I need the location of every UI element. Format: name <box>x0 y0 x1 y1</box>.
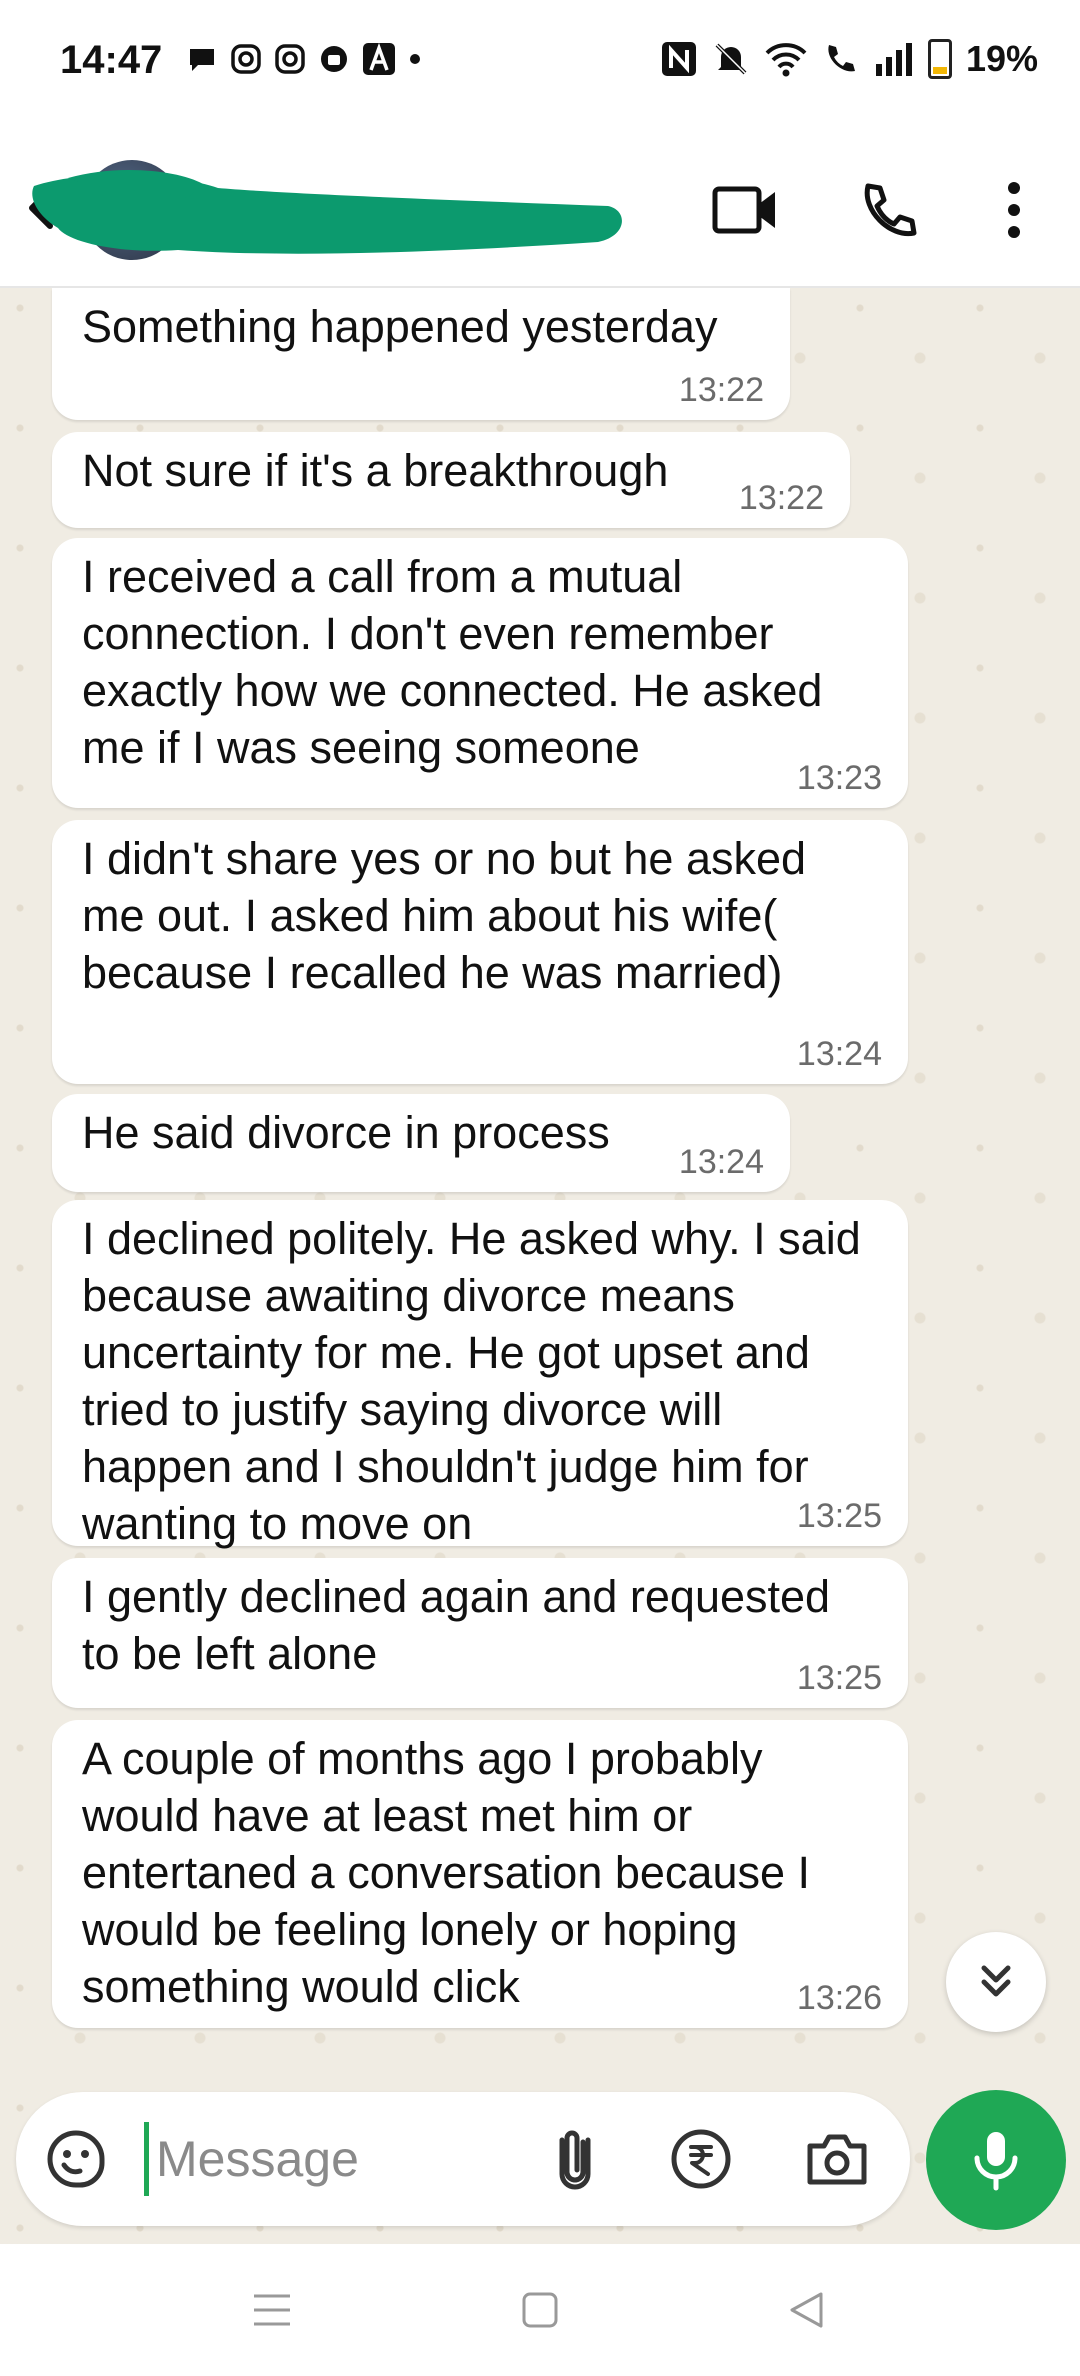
message-bubble[interactable]: I gently declined again and requested to… <box>52 1558 908 1708</box>
voice-message-button[interactable] <box>926 2090 1066 2230</box>
message-bubble[interactable]: A couple of months ago I probably would … <box>52 1720 908 2028</box>
attach-button[interactable] <box>540 2124 610 2194</box>
scroll-to-bottom-button[interactable] <box>946 1932 1046 2032</box>
notification-icons <box>186 42 422 76</box>
message-bubble[interactable]: He said divorce in process 13:24 <box>52 1094 790 1192</box>
more-options-button[interactable] <box>974 170 1054 250</box>
message-time: 13:24 <box>678 1143 764 1181</box>
video-call-button[interactable] <box>705 170 785 250</box>
message-bubble[interactable]: Something happened yesterday 13:22 <box>52 288 790 420</box>
message-text: I received a call from a mutual connecti… <box>82 551 823 773</box>
message-text: Something happened yesterday <box>82 301 718 352</box>
recent-apps-button[interactable] <box>242 2280 302 2340</box>
message-time: 13:22 <box>678 371 764 409</box>
nfc-icon <box>661 42 696 76</box>
instagram-icon <box>275 44 305 74</box>
cloud-icon <box>321 46 347 72</box>
menu-lines-icon <box>254 2294 290 2326</box>
wifi-call-icon <box>828 45 855 72</box>
double-chevron-down-icon <box>981 1965 1011 1997</box>
message-input[interactable] <box>156 2122 536 2196</box>
message-text: I gently declined again and requested to… <box>82 1571 831 1679</box>
message-time: 13:23 <box>796 759 882 797</box>
system-nav-bar <box>0 2244 1080 2376</box>
voice-call-button[interactable] <box>848 170 928 250</box>
battery-percent: 19% <box>965 38 1038 79</box>
status-time: 14:47 <box>60 38 163 82</box>
message-bubble[interactable]: I received a call from a mutual connecti… <box>52 538 908 808</box>
chat-area[interactable]: Something happened yesterday 13:22 Not s… <box>0 288 1080 2250</box>
a-logo-icon <box>363 42 395 75</box>
message-text: I declined politely. He asked why. I sai… <box>82 1213 861 1549</box>
square-icon <box>522 2292 558 2328</box>
home-button[interactable] <box>510 2280 570 2340</box>
phone-icon <box>864 183 917 237</box>
message-time: 13:24 <box>796 1035 882 1073</box>
video-call-icon <box>712 186 775 234</box>
mute-bell-icon <box>715 43 747 75</box>
message-text: I didn't share yes or no but he asked me… <box>82 833 807 998</box>
back-nav-button[interactable] <box>776 2280 836 2340</box>
rupee-icon <box>671 2129 731 2189</box>
redaction-mark <box>32 170 622 254</box>
more-vert-icon <box>1008 182 1020 238</box>
sticker-icon <box>47 2130 105 2188</box>
message-text: He said divorce in process <box>82 1107 610 1158</box>
message-time: 13:25 <box>796 1659 882 1697</box>
message-bubble[interactable]: I didn't share yes or no but he asked me… <box>52 820 908 1084</box>
message-bubble[interactable]: I declined politely. He asked why. I sai… <box>52 1200 908 1549</box>
sticker-button[interactable] <box>44 2127 108 2191</box>
instagram-icon <box>231 44 261 74</box>
chat-bubble-icon <box>190 49 214 71</box>
message-time: 13:26 <box>796 1979 882 2017</box>
message-text: Not sure if it's a breakthrough <box>82 445 669 496</box>
status-bar: 14:47 19% <box>0 0 1080 130</box>
message-time: 13:22 <box>738 479 824 517</box>
payment-button[interactable] <box>666 2124 736 2194</box>
message-bubble[interactable]: Not sure if it's a breakthrough 13:22 <box>52 432 850 528</box>
chat-header <box>0 130 1080 288</box>
wifi-icon <box>765 43 807 77</box>
paperclip-icon <box>559 2130 591 2190</box>
message-time: 13:25 <box>796 1497 882 1535</box>
dot-icon <box>410 54 420 64</box>
message-text: A couple of months ago I probably would … <box>82 1733 810 2012</box>
camera-button[interactable] <box>802 2124 872 2194</box>
text-caret <box>144 2122 149 2196</box>
battery-icon <box>927 39 952 79</box>
message-composer <box>16 2092 910 2226</box>
microphone-icon <box>974 2132 1018 2191</box>
signal-icon <box>875 43 912 76</box>
camera-icon <box>807 2134 867 2185</box>
triangle-back-icon <box>790 2292 823 2328</box>
system-status: 19% <box>660 38 1038 80</box>
